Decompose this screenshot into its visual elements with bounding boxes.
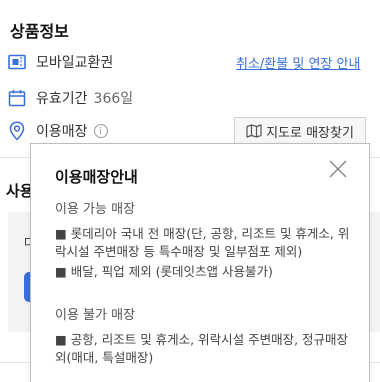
close-icon[interactable] xyxy=(327,158,349,180)
store-row: 이용매장 i xyxy=(8,119,108,143)
calendar-icon xyxy=(8,89,26,107)
map-icon xyxy=(246,124,262,138)
location-pin-icon xyxy=(8,121,26,141)
store-label: 이용매장 xyxy=(36,124,88,140)
find-store-map-button[interactable]: 지도로 매장찾기 xyxy=(234,117,366,145)
refund-info-link[interactable]: 취소/환불 및 연장 안내 xyxy=(236,53,360,72)
unavailable-item: ■ 공항, 리조트 및 휴게소, 위락시설 주변매장, 정규매장 외(매대, 특… xyxy=(55,332,349,365)
validity-label: 유효기간 xyxy=(36,91,88,107)
map-button-label: 지도로 매장찾기 xyxy=(266,125,354,141)
popup-title: 이용매장안내 xyxy=(55,168,138,186)
voucher-label: 모바일교환권 xyxy=(36,55,114,71)
available-heading: 이용 가능 매장 xyxy=(55,202,136,217)
available-item: ■ 롯데리아 국내 전 매장(단, 공항, 리조트 및 휴게소, 위락시설 주변… xyxy=(55,226,350,259)
voucher-row: 모바일교환권 xyxy=(8,50,113,74)
unavailable-stores-section: 이용 불가 매장 ■ 공항, 리조트 및 휴게소, 위락시설 주변매장, 정규매… xyxy=(55,304,351,369)
product-info-title: 상품정보 xyxy=(10,22,69,41)
unavailable-heading: 이용 불가 매장 xyxy=(55,308,136,323)
validity-value: 366일 xyxy=(93,91,134,107)
mobile-voucher-icon xyxy=(8,53,26,71)
validity-row: 유효기간 366일 xyxy=(8,86,133,110)
info-icon[interactable]: i xyxy=(93,124,108,138)
store-info-popup: 이용매장안내 이용 가능 매장 ■ 롯데리아 국내 전 매장(단, 공항, 리조… xyxy=(30,143,370,382)
available-item: ■ 배달, 픽업 제외 (롯데잇츠앱 사용불가) xyxy=(55,264,273,279)
available-stores-section: 이용 가능 매장 ■ 롯데리아 국내 전 매장(단, 공항, 리조트 및 휴게소… xyxy=(55,198,351,283)
